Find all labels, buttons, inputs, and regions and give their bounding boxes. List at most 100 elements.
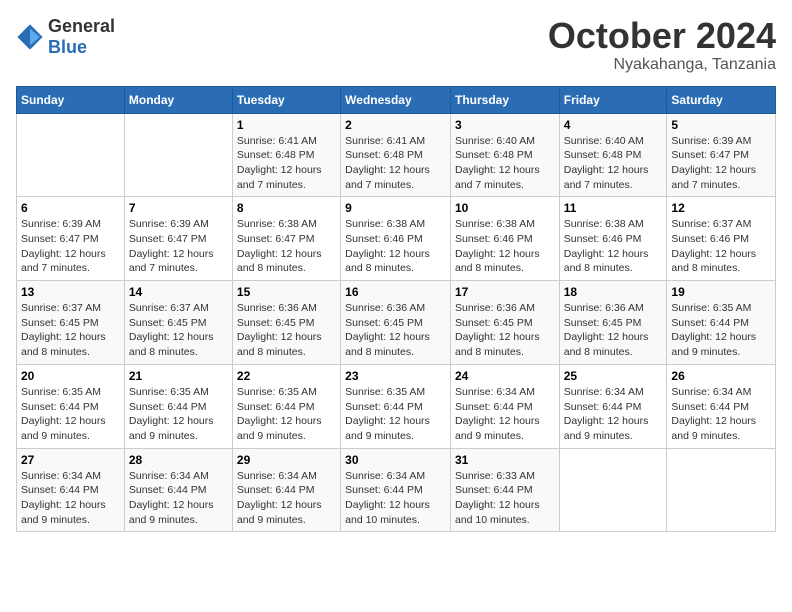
- day-cell: 24Sunrise: 6:34 AM Sunset: 6:44 PM Dayli…: [450, 364, 559, 448]
- day-number: 6: [21, 201, 120, 215]
- day-cell: 23Sunrise: 6:35 AM Sunset: 6:44 PM Dayli…: [341, 364, 451, 448]
- day-detail: Sunrise: 6:40 AM Sunset: 6:48 PM Dayligh…: [455, 134, 555, 193]
- day-cell: 21 Sunrise: 6:35 AM Sunset: 6:44 PM Dayli…: [124, 364, 232, 448]
- day-detail: Sunrise: 6:35 AM Sunset: 6:44 PM Dayligh…: [21, 385, 120, 444]
- day-detail: Sunrise: 6:36 AM Sunset: 6:45 PM Dayligh…: [345, 301, 446, 360]
- day-cell: 3 Sunrise: 6:40 AM Sunset: 6:48 PM Daylig…: [450, 113, 559, 197]
- day-cell: 30 Sunrise: 6:34 AM Sunset: 6:44 PM Dayli…: [341, 448, 451, 532]
- day-cell: 11 Sunrise: 6:38 AM Sunset: 6:46 PM Dayli…: [559, 197, 667, 281]
- logo-blue: Blue: [48, 37, 87, 57]
- day-number: 4: [564, 118, 663, 132]
- day-detail: Sunrise: 6:40 AM Sunset: 6:48 PM Dayligh…: [564, 134, 663, 193]
- day-detail: Sunrise: 6:36 AM Sunset: 6:45 PM Dayligh…: [564, 301, 663, 360]
- day-number: 1: [237, 118, 336, 132]
- day-number: 22: [237, 369, 336, 383]
- day-cell: 22 Sunrise: 6:35 AM Sunset: 6:44 PM Dayli…: [232, 364, 340, 448]
- day-number: 16: [345, 285, 446, 299]
- day-detail: Sunrise: 6:34 AM Sunset: 6:44 PM Dayligh…: [671, 385, 771, 444]
- day-detail: Sunrise: 6:34 AM Sunset: 6:44 PM Dayligh…: [345, 469, 446, 528]
- day-number: 14: [129, 285, 228, 299]
- day-cell: [559, 448, 667, 532]
- day-number: 21: [129, 369, 228, 383]
- day-detail: Sunrise: 6:38 AM Sunset: 6:46 PM Dayligh…: [455, 217, 555, 276]
- header-cell-friday: Friday: [559, 86, 667, 113]
- logo: General Blue: [16, 16, 115, 58]
- day-cell: 14Sunrise: 6:37 AM Sunset: 6:45 PM Dayli…: [124, 281, 232, 365]
- day-cell: [124, 113, 232, 197]
- week-row-2: 6 Sunrise: 6:39 AM Sunset: 6:47 PM Daylig…: [17, 197, 776, 281]
- day-cell: 26 Sunrise: 6:34 AM Sunset: 6:44 PM Dayli…: [667, 364, 776, 448]
- day-cell: 16 Sunrise: 6:36 AM Sunset: 6:45 PM Dayli…: [341, 281, 451, 365]
- day-number: 11: [564, 201, 663, 215]
- header-cell-monday: Monday: [124, 86, 232, 113]
- day-detail: Sunrise: 6:38 AM Sunset: 6:47 PM Dayligh…: [237, 217, 336, 276]
- day-detail: Sunrise: 6:34 AM Sunset: 6:44 PM Dayligh…: [21, 469, 120, 528]
- header-row: SundayMondayTuesdayWednesdayThursdayFrid…: [17, 86, 776, 113]
- day-detail: Sunrise: 6:35 AM Sunset: 6:44 PM Dayligh…: [237, 385, 336, 444]
- day-number: 17: [455, 285, 555, 299]
- day-detail: Sunrise: 6:36 AM Sunset: 6:45 PM Dayligh…: [455, 301, 555, 360]
- subtitle: Nyakahanga, Tanzania: [548, 56, 776, 74]
- header-cell-sunday: Sunday: [17, 86, 125, 113]
- day-detail: Sunrise: 6:41 AM Sunset: 6:48 PM Dayligh…: [237, 134, 336, 193]
- day-number: 29: [237, 453, 336, 467]
- day-detail: Sunrise: 6:38 AM Sunset: 6:46 PM Dayligh…: [564, 217, 663, 276]
- week-row-3: 13Sunrise: 6:37 AM Sunset: 6:45 PM Dayli…: [17, 281, 776, 365]
- day-cell: [667, 448, 776, 532]
- day-number: 8: [237, 201, 336, 215]
- day-detail: Sunrise: 6:39 AM Sunset: 6:47 PM Dayligh…: [129, 217, 228, 276]
- day-number: 28: [129, 453, 228, 467]
- day-detail: Sunrise: 6:35 AM Sunset: 6:44 PM Dayligh…: [671, 301, 771, 360]
- day-detail: Sunrise: 6:34 AM Sunset: 6:44 PM Dayligh…: [237, 469, 336, 528]
- day-detail: Sunrise: 6:34 AM Sunset: 6:44 PM Dayligh…: [129, 469, 228, 528]
- week-row-4: 20 Sunrise: 6:35 AM Sunset: 6:44 PM Dayli…: [17, 364, 776, 448]
- day-cell: 17 Sunrise: 6:36 AM Sunset: 6:45 PM Dayli…: [450, 281, 559, 365]
- day-cell: 18Sunrise: 6:36 AM Sunset: 6:45 PM Dayli…: [559, 281, 667, 365]
- main-title: October 2024: [548, 16, 776, 56]
- day-cell: 5 Sunrise: 6:39 AM Sunset: 6:47 PM Daylig…: [667, 113, 776, 197]
- day-cell: 10 Sunrise: 6:38 AM Sunset: 6:46 PM Dayli…: [450, 197, 559, 281]
- day-cell: 8 Sunrise: 6:38 AM Sunset: 6:47 PM Daylig…: [232, 197, 340, 281]
- day-cell: 7 Sunrise: 6:39 AM Sunset: 6:47 PM Daylig…: [124, 197, 232, 281]
- day-cell: 13Sunrise: 6:37 AM Sunset: 6:45 PM Dayli…: [17, 281, 125, 365]
- day-cell: 27Sunrise: 6:34 AM Sunset: 6:44 PM Dayli…: [17, 448, 125, 532]
- day-cell: [17, 113, 125, 197]
- day-number: 30: [345, 453, 446, 467]
- header-cell-tuesday: Tuesday: [232, 86, 340, 113]
- day-cell: 20 Sunrise: 6:35 AM Sunset: 6:44 PM Dayli…: [17, 364, 125, 448]
- day-cell: 15Sunrise: 6:36 AM Sunset: 6:45 PM Dayli…: [232, 281, 340, 365]
- day-number: 12: [671, 201, 771, 215]
- day-number: 9: [345, 201, 446, 215]
- calendar-body: 1 Sunrise: 6:41 AM Sunset: 6:48 PM Daylig…: [17, 113, 776, 532]
- day-number: 7: [129, 201, 228, 215]
- day-cell: 1 Sunrise: 6:41 AM Sunset: 6:48 PM Daylig…: [232, 113, 340, 197]
- day-detail: Sunrise: 6:34 AM Sunset: 6:44 PM Dayligh…: [564, 385, 663, 444]
- day-number: 15: [237, 285, 336, 299]
- day-cell: 29 Sunrise: 6:34 AM Sunset: 6:44 PM Dayli…: [232, 448, 340, 532]
- day-detail: Sunrise: 6:39 AM Sunset: 6:47 PM Dayligh…: [21, 217, 120, 276]
- page-header: General Blue October 2024 Nyakahanga, Ta…: [16, 16, 776, 74]
- week-row-1: 1 Sunrise: 6:41 AM Sunset: 6:48 PM Daylig…: [17, 113, 776, 197]
- day-detail: Sunrise: 6:39 AM Sunset: 6:47 PM Dayligh…: [671, 134, 771, 193]
- day-number: 31: [455, 453, 555, 467]
- day-cell: 19 Sunrise: 6:35 AM Sunset: 6:44 PM Dayli…: [667, 281, 776, 365]
- day-detail: Sunrise: 6:35 AM Sunset: 6:44 PM Dayligh…: [345, 385, 446, 444]
- week-row-5: 27Sunrise: 6:34 AM Sunset: 6:44 PM Dayli…: [17, 448, 776, 532]
- day-number: 10: [455, 201, 555, 215]
- header-cell-wednesday: Wednesday: [341, 86, 451, 113]
- day-number: 5: [671, 118, 771, 132]
- day-number: 20: [21, 369, 120, 383]
- day-number: 26: [671, 369, 771, 383]
- day-number: 3: [455, 118, 555, 132]
- day-cell: 9Sunrise: 6:38 AM Sunset: 6:46 PM Daylig…: [341, 197, 451, 281]
- day-detail: Sunrise: 6:35 AM Sunset: 6:44 PM Dayligh…: [129, 385, 228, 444]
- day-cell: 28 Sunrise: 6:34 AM Sunset: 6:44 PM Dayli…: [124, 448, 232, 532]
- day-cell: 25 Sunrise: 6:34 AM Sunset: 6:44 PM Dayli…: [559, 364, 667, 448]
- day-number: 25: [564, 369, 663, 383]
- logo-icon: [16, 23, 44, 51]
- day-number: 2: [345, 118, 446, 132]
- day-detail: Sunrise: 6:37 AM Sunset: 6:45 PM Dayligh…: [21, 301, 120, 360]
- title-section: October 2024 Nyakahanga, Tanzania: [548, 16, 776, 74]
- day-detail: Sunrise: 6:33 AM Sunset: 6:44 PM Dayligh…: [455, 469, 555, 528]
- day-number: 19: [671, 285, 771, 299]
